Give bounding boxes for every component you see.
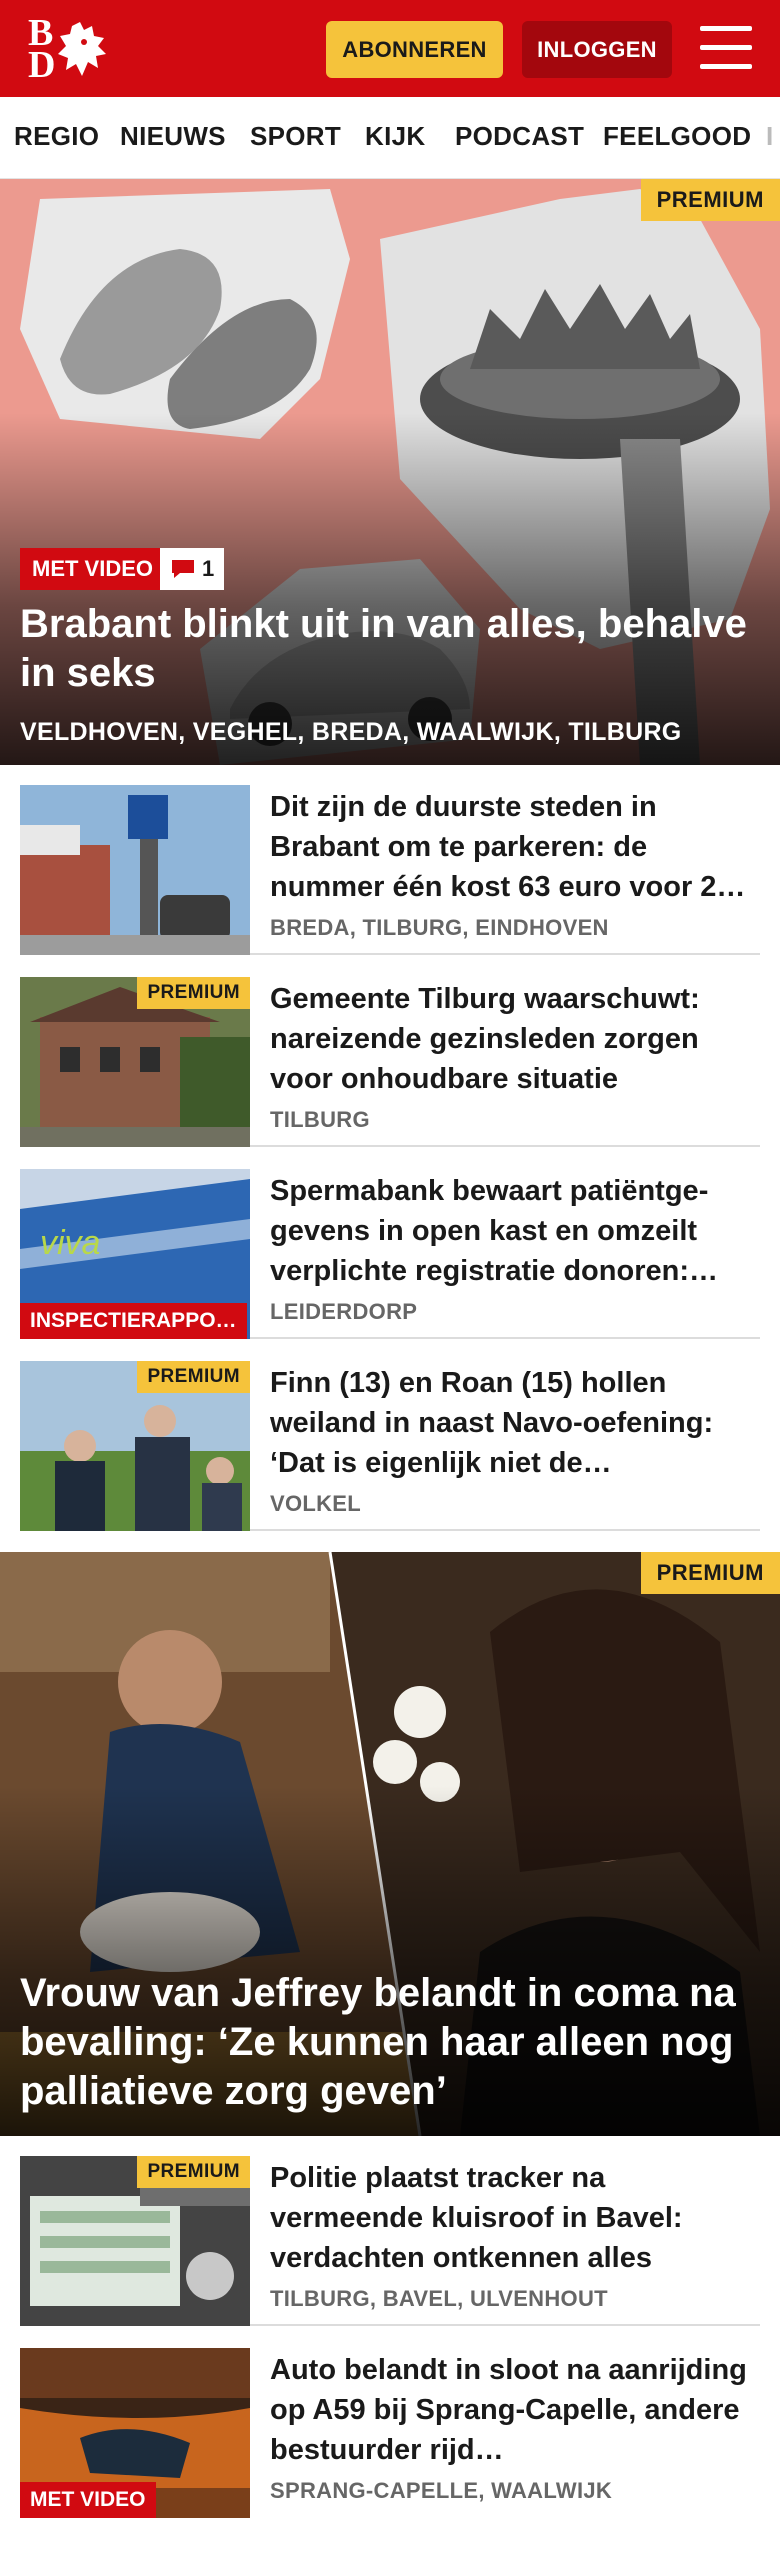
article-locations: BREDA, TILBURG, EINDHOVEN xyxy=(270,915,609,940)
hero-article-2[interactable]: PREMIUM Vrouw van Jeffrey belandt in com… xyxy=(0,1552,780,2136)
article-thumbnail: viva INSPECTIERAPPO… xyxy=(20,1169,250,1339)
list-item[interactable]: Dit zijn de duurste steden in Brabant om… xyxy=(20,765,760,955)
hero-locations: VELDHOVEN, VEGHEL, BREDA, WAALWIJK, TILB… xyxy=(20,718,682,746)
comment-count: 1 xyxy=(202,556,215,581)
article-thumbnail: PREMIUM xyxy=(20,977,250,1147)
article-thumbnail: PREMIUM xyxy=(20,2156,250,2326)
hero-headline[interactable]: Vrouw van Jeffrey belandt in coma na bev… xyxy=(20,1969,760,2116)
section-nav: REGIO NIEUWS SPORT KIJK PODCAST FEELGOOD… xyxy=(0,97,780,179)
nav-item-sport[interactable]: SPORT xyxy=(250,121,341,152)
article-title[interactable]: Dit zijn de duurste steden in Brabant om… xyxy=(270,787,760,907)
hamburger-menu-icon[interactable] xyxy=(700,26,752,70)
bd-logo[interactable]: B D xyxy=(26,14,116,86)
article-thumbnail: PREMIUM xyxy=(20,1361,250,1531)
list-item[interactable]: viva INSPECTIERAPPO… Spermabank bewaart … xyxy=(20,1149,760,1339)
parking-photo xyxy=(20,785,250,955)
nav-item-nieuws[interactable]: NIEUWS xyxy=(120,121,226,152)
lion-icon xyxy=(58,22,106,76)
article-locations: VOLKEL xyxy=(270,1491,362,1516)
list-item[interactable]: PREMIUM Politie plaatst tracker na verme… xyxy=(20,2136,760,2326)
premium-badge: PREMIUM xyxy=(137,1361,250,1393)
login-button[interactable]: INLOGGEN xyxy=(522,21,672,78)
svg-text:viva: viva xyxy=(40,1224,100,1262)
video-badge: MET VIDEO xyxy=(20,2482,156,2518)
inspection-report-badge: INSPECTIERAPPO… xyxy=(20,1303,247,1339)
list-item[interactable]: PREMIUM Finn (13) en Roan (15) hollen we… xyxy=(20,1341,760,1531)
nav-item-kijk[interactable]: KIJK xyxy=(365,121,425,152)
list-item[interactable]: PREMIUM Gemeente Tilburg waarschuwt: nar… xyxy=(20,957,760,1147)
hero-headline[interactable]: Brabant blinkt uit in van alles, behalve… xyxy=(20,600,760,698)
premium-badge: PREMIUM xyxy=(137,2156,250,2188)
nav-item-regio[interactable]: REGIO xyxy=(14,121,99,152)
nav-item-more[interactable]: I xyxy=(766,121,774,152)
article-locations: TILBURG, BAVEL, ULVENHOUT xyxy=(270,2286,608,2311)
article-locations: TILBURG xyxy=(270,1107,370,1132)
comments-badge[interactable]: 1 xyxy=(160,548,225,590)
site-header: B D ABONNEREN INLOGGEN xyxy=(0,0,780,97)
article-title[interactable]: Spermabank bewaart patiëntge­gevens in o… xyxy=(270,1171,760,1291)
article-title[interactable]: Auto belandt in sloot na aanrijding op A… xyxy=(270,2350,760,2470)
article-thumbnail: MET VIDEO xyxy=(20,2348,250,2518)
article-title[interactable]: Finn (13) en Roan (15) hollen weiland in… xyxy=(270,1363,760,1483)
nav-item-feelgood[interactable]: FEELGOOD xyxy=(603,121,751,152)
article-title[interactable]: Politie plaatst tracker na vermeende klu… xyxy=(270,2158,760,2278)
premium-badge: PREMIUM xyxy=(640,179,780,221)
article-locations: LEIDERDORP xyxy=(270,1299,418,1324)
subscribe-button[interactable]: ABONNEREN xyxy=(326,21,503,78)
video-badge: MET VIDEO xyxy=(20,548,166,590)
premium-badge: PREMIUM xyxy=(640,1552,780,1594)
hero-article[interactable]: PREMIUM MET VIDEO 1 Brabant blinkt uit i… xyxy=(0,179,780,765)
premium-badge: PREMIUM xyxy=(137,977,250,1009)
nav-item-podcast[interactable]: PODCAST xyxy=(455,121,584,152)
list-item[interactable]: MET VIDEO Auto belandt in sloot na aanri… xyxy=(20,2328,760,2518)
article-title[interactable]: Gemeente Tilburg waarschuwt: nareizende … xyxy=(270,979,760,1099)
article-thumbnail xyxy=(20,785,250,955)
article-locations: SPRANG-CAPELLE, WAALWIJK xyxy=(270,2478,613,2503)
comment-icon xyxy=(172,560,194,578)
logo-letter-d: D xyxy=(28,44,56,86)
